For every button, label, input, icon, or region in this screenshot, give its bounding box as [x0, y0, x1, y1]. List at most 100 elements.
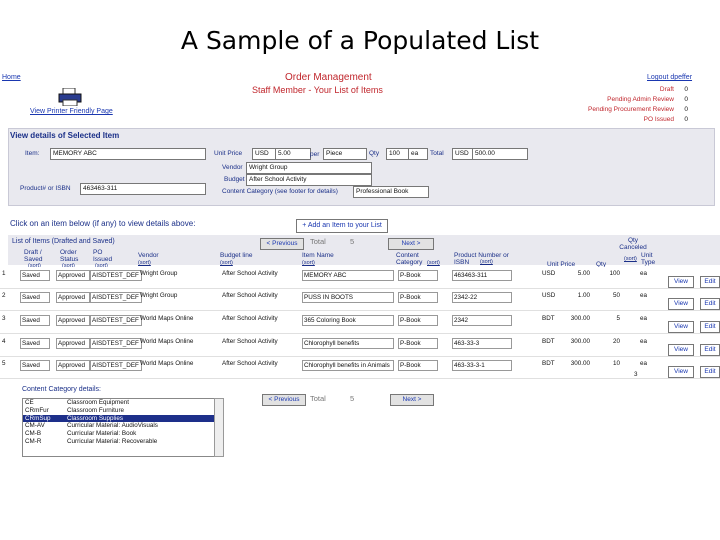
- category-scrollbar[interactable]: [214, 398, 224, 457]
- cell-po[interactable]: AISDTEST_DEF: [90, 270, 142, 281]
- cell-qty: 50: [612, 292, 620, 299]
- page-subtitle: Staff Member - Your List of Items: [252, 85, 383, 95]
- page-title: Order Management: [285, 72, 372, 83]
- cell-product[interactable]: 2342-22: [452, 292, 512, 303]
- prev-button-top[interactable]: < Previous: [260, 238, 304, 250]
- cell-saved[interactable]: Saved: [20, 360, 50, 371]
- currency-field[interactable]: USD: [252, 148, 276, 160]
- product-field[interactable]: 463463-311: [80, 183, 206, 195]
- category-option[interactable]: CM-B Curricular Material: Book: [23, 430, 215, 438]
- unit-price-label: Unit Price: [214, 150, 243, 157]
- cell-item[interactable]: Chlorophyll benefits: [302, 338, 394, 349]
- vendor-field[interactable]: Wright Group: [246, 162, 372, 174]
- cell-status[interactable]: Approved: [56, 315, 90, 326]
- qty-field[interactable]: 100: [386, 148, 410, 160]
- view-button[interactable]: View: [668, 298, 694, 310]
- sort-link-qty[interactable]: (sort): [624, 256, 637, 263]
- category-option[interactable]: CM-R Curricular Material: Recoverable: [23, 438, 215, 446]
- sort-link-vendor[interactable]: (sort): [138, 260, 151, 267]
- cell-status[interactable]: Approved: [56, 338, 90, 349]
- next-button-top[interactable]: Next >: [388, 238, 434, 250]
- col-po-issued: PO Issued: [93, 249, 113, 263]
- cell-saved[interactable]: Saved: [20, 292, 50, 303]
- sort-link-item[interactable]: (sort): [302, 260, 315, 267]
- cell-budget: After School Activity: [222, 315, 278, 322]
- category-field[interactable]: Professional Book: [353, 186, 429, 198]
- count-label: Pending Procurement Review: [588, 106, 674, 113]
- cell-product[interactable]: 463-33-3: [452, 338, 512, 349]
- edit-button[interactable]: Edit: [700, 321, 720, 333]
- cell-n: 3: [2, 315, 6, 322]
- cell-saved[interactable]: Saved: [20, 270, 50, 281]
- category-code: CRmSup: [25, 414, 51, 422]
- cell-product[interactable]: 463-33-3-1: [452, 360, 512, 371]
- view-button[interactable]: View: [668, 366, 694, 378]
- count-label: PO Issued: [643, 116, 674, 123]
- per-field[interactable]: Piece: [323, 148, 367, 160]
- view-button[interactable]: View: [668, 321, 694, 333]
- edit-button[interactable]: Edit: [700, 366, 720, 378]
- cell-po[interactable]: AISDTEST_DEF: [90, 292, 142, 303]
- item-field[interactable]: MEMORY ABC: [50, 148, 206, 160]
- cell-cat[interactable]: P-Book: [398, 315, 438, 326]
- cell-cat[interactable]: P-Book: [398, 270, 438, 281]
- sort-link-category[interactable]: (sort): [427, 260, 440, 267]
- cell-po[interactable]: AISDTEST_DEF: [90, 360, 142, 371]
- category-name: Classroom Equipment: [67, 399, 129, 406]
- add-item-button[interactable]: + Add an Item to your List: [296, 219, 388, 233]
- category-code: CM-AV: [25, 422, 45, 430]
- count-label: Draft: [659, 86, 674, 93]
- cell-status[interactable]: Approved: [56, 360, 90, 371]
- cell-cat[interactable]: P-Book: [398, 338, 438, 349]
- total-value-bottom: 5: [350, 394, 355, 403]
- count-label: Pending Admin Review: [607, 96, 674, 103]
- cell-cat[interactable]: P-Book: [398, 292, 438, 303]
- slide-title: A Sample of a Populated List: [180, 26, 540, 55]
- home-link[interactable]: Home: [2, 74, 21, 81]
- qty-unit-field[interactable]: ea: [408, 148, 428, 160]
- cell-item[interactable]: 365 Coloring Book: [302, 315, 394, 326]
- cell-cat[interactable]: P-Book: [398, 360, 438, 371]
- count-value: 0: [684, 96, 688, 103]
- cell-vendor: World Maps Online: [140, 360, 194, 367]
- cell-status[interactable]: Approved: [56, 270, 90, 281]
- printer-icon[interactable]: [58, 88, 82, 106]
- cell-saved[interactable]: Saved: [20, 315, 50, 326]
- next-button-bottom[interactable]: Next >: [390, 394, 434, 406]
- cell-saved[interactable]: Saved: [20, 338, 50, 349]
- printer-friendly-link[interactable]: View Printer Friendly Page: [30, 108, 113, 115]
- budget-field[interactable]: After School Activity: [246, 174, 372, 186]
- category-details-heading: Content Category details:: [22, 386, 101, 393]
- cell-item[interactable]: Chlorophyll benefits in Animals: [302, 360, 394, 371]
- cell-budget: After School Activity: [222, 270, 278, 277]
- view-button[interactable]: View: [668, 276, 694, 288]
- cell-unit: ea: [640, 292, 648, 299]
- edit-button[interactable]: Edit: [700, 276, 720, 288]
- cell-po[interactable]: AISDTEST_DEF: [90, 338, 142, 349]
- cell-price: 1.00: [577, 292, 590, 299]
- sort-link-budget[interactable]: (sort): [220, 260, 233, 267]
- prev-button-bottom[interactable]: < Previous: [262, 394, 306, 406]
- cell-item[interactable]: PUSS IN BOOTS: [302, 292, 394, 303]
- sort-link-product[interactable]: (sort): [480, 259, 493, 266]
- category-option-selected[interactable]: CRmSup Classroom Supplies: [23, 414, 215, 423]
- cell-vendor: Wright Group: [140, 292, 178, 299]
- category-listbox[interactable]: CE Classroom Equipment CRmFur Classroom Fu…: [22, 398, 216, 457]
- cell-qty: 20: [612, 338, 620, 345]
- cell-product[interactable]: 2342: [452, 315, 512, 326]
- cell-status[interactable]: Approved: [56, 292, 90, 303]
- cell-qty-canceled: 3: [634, 371, 638, 378]
- cell-po[interactable]: AISDTEST_DEF: [90, 315, 142, 326]
- total-field: 500.00: [472, 148, 528, 160]
- logout-link[interactable]: Logout dpeffer: [647, 74, 692, 81]
- edit-button[interactable]: Edit: [700, 298, 720, 310]
- cell-product[interactable]: 463463-311: [452, 270, 512, 281]
- view-button[interactable]: View: [668, 344, 694, 356]
- category-option[interactable]: CRmFur Classroom Furniture: [23, 407, 215, 415]
- unit-price-field[interactable]: 5.00: [275, 148, 311, 160]
- cell-n: 2: [2, 292, 6, 299]
- edit-button[interactable]: Edit: [700, 344, 720, 356]
- cell-item[interactable]: MEMORY ABC: [302, 270, 394, 281]
- category-option[interactable]: CM-AV Curricular Material: AudioVisuals: [23, 422, 215, 430]
- category-option[interactable]: CE Classroom Equipment: [23, 399, 215, 407]
